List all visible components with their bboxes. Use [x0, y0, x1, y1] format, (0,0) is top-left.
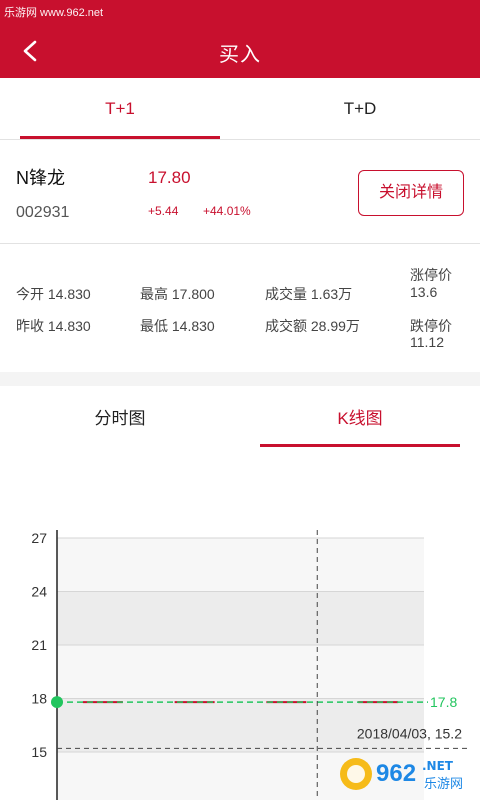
- section-divider: [0, 372, 480, 386]
- tab-indicator: [20, 136, 220, 139]
- quote-limit-down-label: 跌停价: [410, 318, 452, 334]
- chart-tab-indicator: [260, 444, 460, 447]
- y-tick-label: 24: [31, 584, 47, 600]
- app-bar: 买入: [0, 24, 480, 78]
- current-price-label: 17.8: [430, 694, 457, 710]
- quote-grid: 今开 14.830 最高 17.800 成交量 1.63万 涨停价 13.6 昨…: [0, 244, 480, 372]
- quote-limit-down-value: 11.12: [410, 334, 444, 350]
- logo-number: 962: [376, 760, 416, 787]
- quote-turnover: 成交额 28.99万: [265, 318, 360, 334]
- site-logo: 962 .NET 乐游网: [338, 748, 478, 798]
- y-tick-label: 27: [31, 530, 47, 546]
- tab-intraday-chart[interactable]: 分时图: [20, 404, 220, 429]
- current-price-marker: [51, 696, 63, 709]
- chart-band: [57, 645, 424, 699]
- site-logo-graphic: 962 .NET 乐游网: [340, 758, 463, 792]
- tab-kline-chart[interactable]: K线图: [260, 404, 460, 429]
- y-tick-label: 15: [31, 744, 47, 760]
- chart-tabs: 分时图 K线图: [0, 386, 480, 450]
- tab-td[interactable]: T+D: [260, 78, 460, 140]
- quote-open: 今开 14.830: [16, 286, 91, 302]
- stock-info: N锋龙 002931 17.80 +5.44 +44.01% 关闭详情: [0, 140, 480, 244]
- crosshair-label: 2018/04/03, 15.2: [357, 725, 462, 741]
- page-title: 买入: [219, 44, 261, 66]
- stock-change-percent: +44.01%: [203, 204, 251, 218]
- logo-suffix: .NET: [422, 759, 454, 773]
- quote-high: 最高 17.800: [140, 286, 215, 302]
- quote-limit-up-label: 涨停价: [410, 267, 452, 283]
- stock-price: 17.80: [148, 168, 191, 187]
- close-details-button[interactable]: 关闭详情: [358, 170, 464, 216]
- stock-name: N锋龙: [16, 168, 65, 188]
- status-bar: 乐游网 www.962.net: [0, 0, 480, 24]
- quote-low: 最低 14.830: [140, 318, 215, 334]
- quote-volume: 成交量 1.63万: [265, 286, 353, 302]
- logo-subtext: 乐游网: [424, 777, 463, 792]
- quote-limit-up-value: 13.6: [410, 284, 438, 300]
- y-tick-label: 21: [31, 637, 47, 653]
- trade-type-tabs: T+1 T+D: [0, 78, 480, 140]
- stock-code: 002931: [16, 204, 70, 221]
- chart-band: [57, 538, 424, 592]
- tab-t1[interactable]: T+1: [20, 78, 220, 140]
- chart-band: [57, 591, 424, 645]
- y-tick-label: 18: [31, 691, 47, 707]
- quote-prev-close: 昨收 14.830: [16, 318, 91, 334]
- watermark-text: 乐游网 www.962.net: [4, 7, 104, 19]
- stock-change: +5.44: [148, 204, 179, 218]
